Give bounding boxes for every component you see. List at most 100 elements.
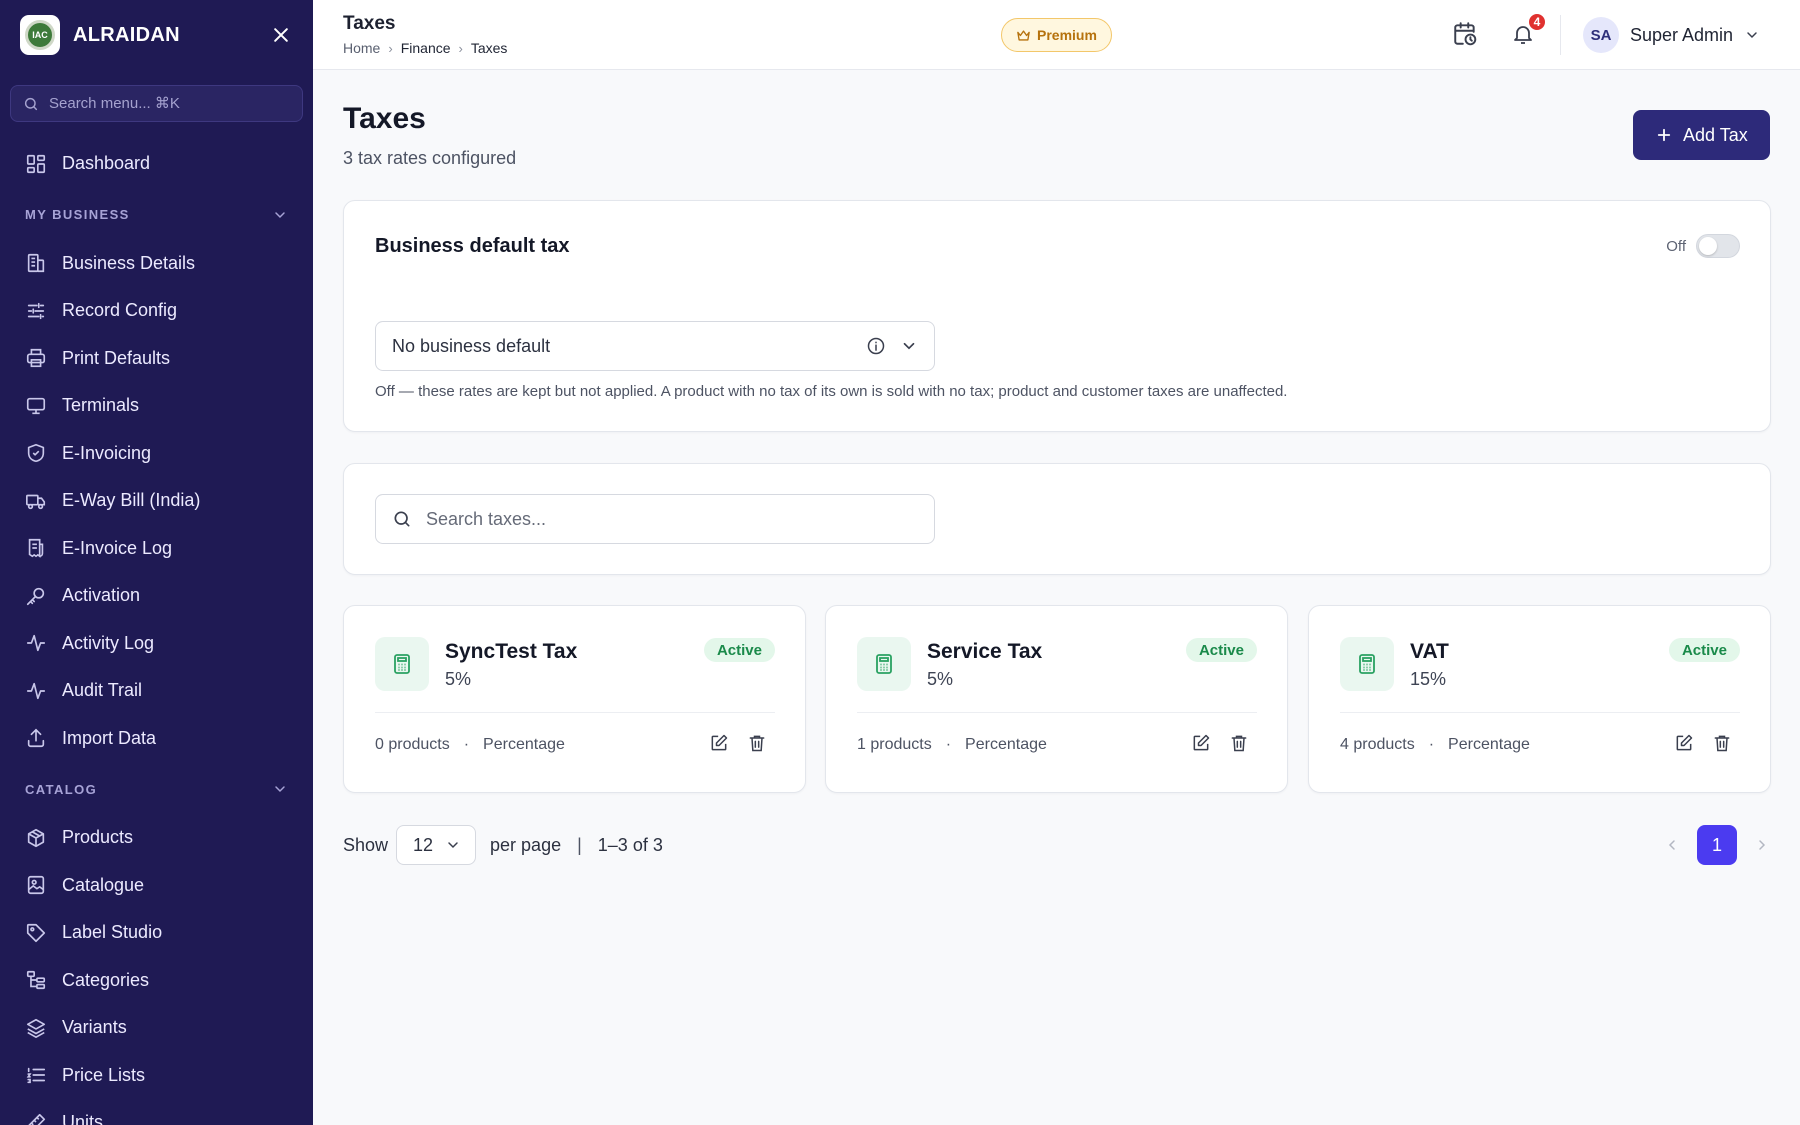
user-name: Super Admin xyxy=(1630,24,1734,45)
tax-search[interactable] xyxy=(375,494,935,544)
sidebar-item-e-way-bill[interactable]: E-Way Bill (India) xyxy=(0,477,313,525)
ruler-icon xyxy=(27,1113,46,1125)
delete-tax-button[interactable] xyxy=(1712,733,1732,753)
sidebar-item-units[interactable]: Units xyxy=(0,1099,313,1125)
tax-name: VAT xyxy=(1410,640,1449,663)
breadcrumb-home[interactable]: Home xyxy=(343,40,380,56)
sidebar-item-label: Dashboard xyxy=(62,153,151,174)
sidebar-item-catalogue[interactable]: Catalogue xyxy=(0,862,313,910)
monitor-icon xyxy=(26,397,46,414)
breadcrumb: Home › Finance › Taxes xyxy=(343,40,507,56)
add-tax-button[interactable]: Add Tax xyxy=(1633,110,1770,160)
chevron-right-icon xyxy=(1759,840,1766,850)
tax-search-input[interactable] xyxy=(426,508,906,530)
chevron-right-icon: › xyxy=(388,40,393,56)
chevron-down-icon xyxy=(275,786,285,793)
sidebar-item-e-invoice-log[interactable]: E-Invoice Log xyxy=(0,525,313,573)
status-badge: Active xyxy=(1668,638,1740,662)
edit-tax-button[interactable] xyxy=(1191,733,1211,753)
default-tax-select[interactable]: No business default xyxy=(375,321,935,371)
sidebar-item-label: Record Config xyxy=(62,300,178,321)
brand-name: ALRAIDAN xyxy=(73,23,180,46)
sidebar-item-activity-log[interactable]: Activity Log xyxy=(0,620,313,668)
sidebar-search-input[interactable] xyxy=(49,95,279,112)
sidebar-item-record-config[interactable]: Record Config xyxy=(0,287,313,335)
close-sidebar-button[interactable] xyxy=(269,23,293,47)
sidebar-item-products[interactable]: Products xyxy=(0,814,313,862)
chevron-down-icon xyxy=(1747,32,1757,39)
sliders-icon xyxy=(27,302,45,319)
sidebar-item-label: E-Invoice Log xyxy=(62,537,173,558)
breadcrumb-finance[interactable]: Finance xyxy=(401,40,451,56)
sidebar-item-label-studio[interactable]: Label Studio xyxy=(0,909,313,957)
dashboard-icon xyxy=(26,154,46,173)
main-content: Taxes 3 tax rates configured Add Tax Bus… xyxy=(313,70,1800,1125)
sidebar-item-audit-trail[interactable]: Audit Trail xyxy=(0,667,313,715)
sidebar-item-print-defaults[interactable]: Print Defaults xyxy=(0,335,313,383)
show-label: Show xyxy=(343,834,389,855)
sidebar-item-variants[interactable]: Variants xyxy=(0,1004,313,1052)
notifications-button[interactable]: 4 xyxy=(1509,12,1547,48)
sidebar-item-import-data[interactable]: Import Data xyxy=(0,715,313,763)
sidebar-item-price-lists[interactable]: Price Lists xyxy=(0,1052,313,1100)
tax-rate: 5% xyxy=(445,669,472,689)
sidebar-item-label: Business Details xyxy=(62,252,196,273)
sidebar-item-terminals[interactable]: Terminals xyxy=(0,382,313,430)
sidebar-search[interactable] xyxy=(10,85,303,122)
status-badge: Active xyxy=(1185,638,1257,662)
sidebar-item-categories[interactable]: Categories xyxy=(0,957,313,1005)
sidebar-item-activation[interactable]: Activation xyxy=(0,572,313,620)
delete-tax-button[interactable] xyxy=(747,733,767,753)
sidebar: IAC ALRAIDAN Dashboard MY BUSINESS Busin… xyxy=(0,0,313,1125)
prev-page-button[interactable] xyxy=(1663,836,1681,854)
edit-tax-button[interactable] xyxy=(1674,733,1694,753)
delete-tax-button[interactable] xyxy=(1229,733,1249,753)
premium-badge[interactable]: Premium xyxy=(1001,18,1112,52)
calendar-clock-icon xyxy=(1454,22,1477,46)
next-page-button[interactable] xyxy=(1753,836,1771,854)
per-page-select[interactable]: 12 xyxy=(396,825,477,865)
tax-meta: 1 products · Percentage xyxy=(857,736,1047,754)
trash-icon xyxy=(1714,735,1730,752)
edit-tax-button[interactable] xyxy=(709,733,729,753)
sidebar-section-my-business[interactable]: MY BUSINESS xyxy=(0,190,313,240)
sidebar-item-business-details[interactable]: Business Details xyxy=(0,240,313,288)
meta-dot: · xyxy=(463,736,470,753)
sidebar-item-label: Audit Trail xyxy=(62,680,143,701)
tax-card[interactable]: SyncTest Tax 5% Active 0 products · Perc… xyxy=(343,605,806,793)
add-tax-label: Add Tax xyxy=(1683,124,1748,145)
info-icon[interactable] xyxy=(866,336,886,356)
activity-icon xyxy=(26,635,46,652)
shield-check-icon xyxy=(27,444,45,463)
status-badge: Active xyxy=(703,638,775,662)
page-button-current[interactable]: 1 xyxy=(1697,825,1737,865)
sidebar-item-label: Catalogue xyxy=(62,874,145,895)
sidebar-item-label: E-Invoicing xyxy=(62,442,152,463)
sidebar-section-catalog[interactable]: CATALOG xyxy=(0,764,313,814)
default-tax-toggle[interactable] xyxy=(1696,234,1740,258)
tax-name: SyncTest Tax xyxy=(445,640,578,663)
receipt-icon xyxy=(28,539,44,559)
schedule-button[interactable] xyxy=(1451,20,1479,48)
chevron-right-icon: › xyxy=(458,40,463,56)
edit-icon xyxy=(1676,734,1693,751)
user-menu[interactable]: SA Super Admin xyxy=(1583,17,1760,53)
sidebar-item-label: Categories xyxy=(62,969,150,990)
sidebar-item-label: Label Studio xyxy=(62,922,163,943)
calculator-icon xyxy=(1340,637,1394,691)
toggle-label: Off xyxy=(1666,237,1686,255)
edit-icon xyxy=(1193,734,1210,751)
meta-dot: · xyxy=(1428,736,1435,753)
default-tax-toggle-group: Off xyxy=(1666,234,1740,258)
sidebar-item-dashboard[interactable]: Dashboard xyxy=(0,140,313,188)
calculator-icon xyxy=(375,637,429,691)
categories-icon xyxy=(26,971,46,990)
building-icon xyxy=(27,254,45,273)
key-icon xyxy=(26,587,45,605)
tax-card[interactable]: VAT 15% Active 4 products · Percentage xyxy=(1308,605,1771,793)
sidebar-item-e-invoicing[interactable]: E-Invoicing xyxy=(0,430,313,478)
topbar-title: Taxes xyxy=(343,13,396,34)
sidebar-item-label: Terminals xyxy=(62,395,140,416)
tax-actions xyxy=(1674,733,1732,753)
tax-card[interactable]: Service Tax 5% Active 1 products · Perce… xyxy=(825,605,1288,793)
